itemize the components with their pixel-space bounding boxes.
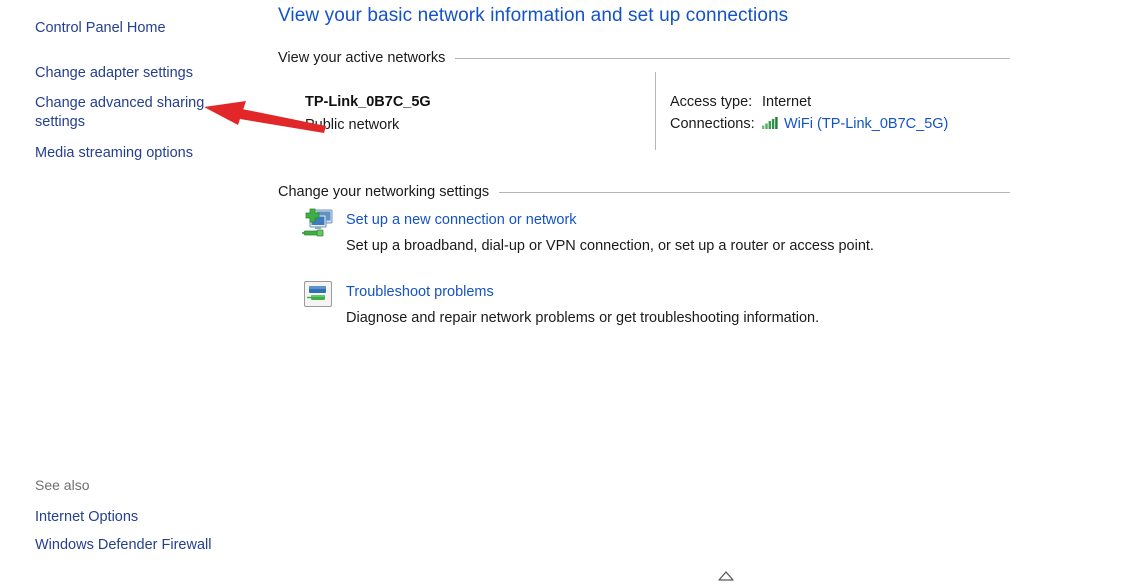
page-title: View your basic network information and …	[278, 5, 788, 27]
section-header-active-networks: View your active networks	[278, 50, 1010, 66]
connections-label: Connections:	[670, 116, 762, 132]
troubleshoot-problems-link[interactable]: Troubleshoot problems	[346, 284, 494, 300]
detail-row-connections: Connections: WiFi (TP-Link_0B7C_5G)	[670, 116, 948, 138]
sidebar-item-change-advanced-sharing-settings[interactable]: Change advanced sharing settings	[35, 94, 235, 132]
new-connection-icon	[302, 208, 336, 240]
setup-new-connection-link[interactable]: Set up a new connection or network	[346, 212, 577, 228]
connections-link[interactable]: WiFi (TP-Link_0B7C_5G)	[784, 116, 948, 132]
sidebar-item-internet-options[interactable]: Internet Options	[35, 508, 235, 527]
access-type-value: Internet	[762, 94, 811, 110]
section-header-networking-settings: Change your networking settings	[278, 184, 1010, 200]
section-header-active-networks-label: View your active networks	[278, 50, 455, 66]
sidebar-item-control-panel-home[interactable]: Control Panel Home	[35, 19, 235, 38]
network-and-sharing-center-page: Control Panel Home Change adapter settin…	[0, 0, 1144, 580]
vertical-divider	[655, 72, 656, 150]
section-divider-rule	[455, 58, 1010, 59]
signal-bars-icon	[762, 117, 779, 129]
access-type-label: Access type:	[670, 94, 762, 110]
main-content: View your basic network information and …	[278, 0, 1144, 580]
sidebar: Control Panel Home Change adapter settin…	[0, 0, 270, 580]
scroll-up-caret-icon[interactable]	[717, 568, 735, 578]
sidebar-item-change-adapter-settings[interactable]: Change adapter settings	[35, 64, 235, 83]
see-also-label: See also	[35, 477, 89, 493]
detail-row-access-type: Access type: Internet	[670, 94, 948, 116]
network-profile-type: Public network	[305, 117, 399, 133]
setup-new-connection-description: Set up a broadband, dial-up or VPN conne…	[346, 238, 874, 254]
active-network-entry: TP-Link_0B7C_5G Public network Access ty…	[278, 72, 1010, 150]
section-divider-rule	[499, 192, 1010, 193]
sidebar-item-windows-defender-firewall[interactable]: Windows Defender Firewall	[35, 536, 265, 555]
network-name: TP-Link_0B7C_5G	[305, 94, 431, 110]
troubleshoot-icon	[302, 280, 336, 312]
troubleshoot-problems-description: Diagnose and repair network problems or …	[346, 310, 819, 326]
section-header-networking-settings-label: Change your networking settings	[278, 184, 499, 200]
sidebar-item-media-streaming-options[interactable]: Media streaming options	[35, 144, 235, 163]
network-details: Access type: Internet Connections:	[670, 94, 948, 138]
